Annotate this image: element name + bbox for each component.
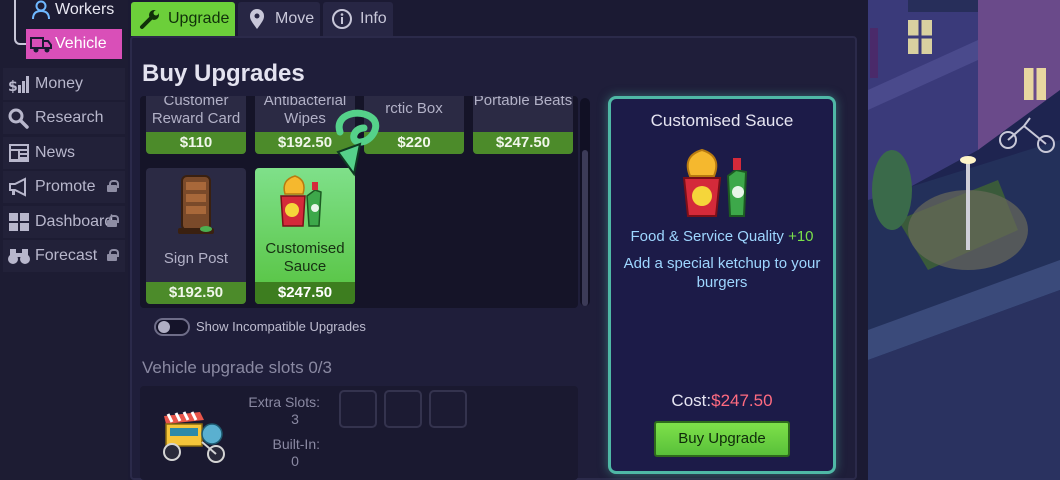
extra-slots-label: Extra Slots: [248, 394, 320, 410]
incompatible-toggle[interactable] [154, 318, 190, 336]
buy-upgrade-button[interactable]: Buy Upgrade [654, 421, 790, 457]
tab-label: Move [275, 10, 315, 27]
detail-stat: Food & Service Quality +10 [608, 228, 836, 245]
upgrade-name: Portable Beats [473, 96, 573, 109]
builtin-slots-label: Built-In: [272, 436, 320, 452]
extra-slots-info: Extra Slots: 3 [236, 394, 320, 428]
tab-upgrade[interactable]: Upgrade [131, 2, 235, 36]
sidebar-item-promote[interactable]: Promote [3, 171, 125, 203]
builtin-slots-value: 0 [291, 453, 299, 469]
cost-value: $247.50 [711, 391, 773, 410]
grid-scrollbar-thumb[interactable] [582, 150, 588, 306]
sidebar-item-label: Dashboard [35, 213, 114, 230]
search-icon [7, 107, 31, 129]
money-chart-icon: $ [7, 73, 31, 95]
sauce-bottles-icon [682, 148, 748, 217]
upgrade-slot[interactable] [339, 390, 377, 428]
upgrade-card[interactable]: Portable Beats $247.50 [473, 96, 573, 154]
detail-description: Add a special ketchup to your burgers [623, 255, 821, 291]
city-background-image [868, 0, 1060, 480]
incompatible-toggle-label: Show Incompatible Upgrades [196, 319, 366, 334]
sidebar-item-dashboard[interactable]: Dashboard [3, 206, 125, 238]
sidebar-item-workers[interactable]: Workers [26, 0, 122, 25]
sidebar-item-label: Money [35, 75, 84, 92]
food-cart-icon [163, 411, 225, 463]
upgrade-name: Customer Reward Card [151, 96, 241, 127]
sidebar-item-label: Forecast [35, 247, 98, 264]
lock-icon [107, 215, 119, 227]
tab-move[interactable]: Move [238, 2, 320, 36]
slots-title: Vehicle upgrade slots 0/3 [142, 358, 332, 377]
upgrade-slot[interactable] [384, 390, 422, 428]
sidebar-item-label: News [35, 144, 76, 161]
upgrade-card-sign-post[interactable]: Sign Post $192.50 [146, 168, 246, 304]
info-icon [331, 8, 353, 30]
sidebar-item-label: Vehicle [55, 35, 107, 52]
upgrade-price: $247.50 [255, 282, 355, 304]
sidebar-item-label: Workers [55, 1, 115, 18]
dashboard-icon [7, 211, 31, 233]
binoculars-icon [7, 245, 31, 267]
cost-label: Cost: [671, 391, 712, 410]
upgrade-card[interactable]: Customer Reward Card $110 [146, 96, 246, 154]
sauce-bottles-icon [280, 175, 322, 227]
lock-icon [107, 249, 119, 261]
tab-label: Info [360, 10, 387, 27]
sidebar-item-money[interactable]: $ Money [3, 68, 125, 100]
upgrade-price: $247.50 [473, 132, 573, 154]
lock-icon [107, 180, 119, 192]
detail-cost: Cost:$247.50 [608, 391, 836, 411]
upgrade-name: Sign Post [163, 250, 229, 267]
page-title: Buy Upgrades [142, 60, 305, 87]
sidebar-item-label: Research [35, 109, 104, 126]
megaphone-icon [7, 176, 31, 198]
detail-title: Customised Sauce [650, 111, 794, 130]
tutorial-arrow-icon [335, 109, 380, 177]
nav-tree-line [14, 0, 26, 45]
sidebar-item-label: Promote [35, 178, 96, 195]
upgrade-card-customised-sauce[interactable]: Customised Sauce $247.50 [255, 168, 355, 304]
tab-label: Upgrade [168, 10, 230, 27]
sidebar-item-vehicle[interactable]: Vehicle [26, 29, 122, 59]
stat-bonus: +10 [788, 228, 814, 245]
sidebar-item-forecast[interactable]: Forecast [3, 240, 125, 272]
extra-slots-value: 3 [291, 411, 299, 427]
newspaper-icon [7, 142, 31, 164]
wrench-icon [139, 8, 161, 30]
builtin-slots-info: Built-In: 0 [236, 436, 320, 470]
city-scene [868, 0, 1060, 480]
sidebar: Workers Vehicle $ Money Research News Pr… [0, 0, 128, 480]
tab-info[interactable]: Info [323, 2, 393, 36]
truck-icon [30, 34, 52, 54]
sidebar-item-news[interactable]: News [3, 137, 125, 169]
svg-text:$: $ [8, 79, 18, 95]
upgrade-slot[interactable] [429, 390, 467, 428]
upgrade-name: Customised Sauce [265, 240, 345, 275]
worker-icon [30, 0, 52, 20]
upgrade-price: $110 [146, 132, 246, 154]
map-pin-icon [246, 8, 268, 30]
sidebar-item-research[interactable]: Research [3, 102, 125, 134]
sign-post-icon [178, 175, 214, 234]
stat-name: Food & Service Quality [630, 228, 784, 245]
upgrade-price: $192.50 [146, 282, 246, 304]
